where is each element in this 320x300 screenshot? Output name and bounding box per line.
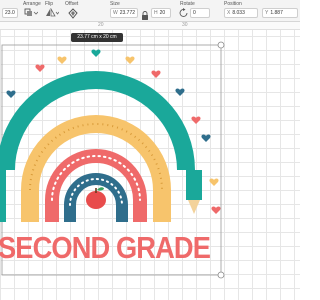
rainbow-design[interactable]: SECOND GRADE bbox=[0, 30, 300, 300]
offset-icon[interactable] bbox=[67, 8, 79, 19]
lock-aspect-icon[interactable] bbox=[141, 8, 149, 20]
position-x-input[interactable]: X 8.033 bbox=[224, 8, 258, 18]
offset-label: Offset bbox=[65, 1, 79, 7]
resize-handle[interactable] bbox=[217, 271, 225, 279]
flip-label: Flip bbox=[45, 1, 54, 7]
apple-icon bbox=[86, 187, 106, 209]
width-input[interactable]: W 23.772 bbox=[110, 8, 138, 18]
arrange-group: Arrange bbox=[22, 0, 42, 22]
arrange-dropdown-icon[interactable] bbox=[24, 8, 38, 19]
height-input[interactable]: H 20 bbox=[151, 8, 171, 18]
position-y-input[interactable]: Y 1.887 bbox=[262, 8, 298, 18]
horizontal-ruler: 20 30 bbox=[0, 22, 300, 30]
flip-group: Flip bbox=[44, 0, 62, 22]
size-label: Size bbox=[110, 1, 120, 7]
linetype-size-input[interactable]: 23.0 bbox=[2, 8, 18, 18]
position-label: Position bbox=[224, 1, 242, 7]
selection-handle[interactable] bbox=[217, 41, 225, 49]
size-group: Size W 23.772 H 20 bbox=[108, 0, 172, 22]
edit-toolbar: 23.0 Arrange Flip Offset Size W 23.772 H… bbox=[0, 0, 300, 22]
flip-dropdown-icon[interactable] bbox=[45, 8, 59, 19]
rotate-group: Rotate 0 bbox=[178, 0, 212, 22]
rotate-input[interactable]: 0 bbox=[190, 8, 210, 18]
ruler-mark: 30 bbox=[182, 22, 188, 28]
arrange-label: Arrange bbox=[23, 1, 41, 7]
design-title-text: SECOND GRADE bbox=[0, 230, 210, 265]
position-group: Position X 8.033 Y 1.887 bbox=[222, 0, 300, 22]
rotate-label: Rotate bbox=[180, 1, 195, 7]
offset-group: Offset bbox=[64, 0, 84, 22]
ruler-mark: 20 bbox=[98, 22, 104, 28]
